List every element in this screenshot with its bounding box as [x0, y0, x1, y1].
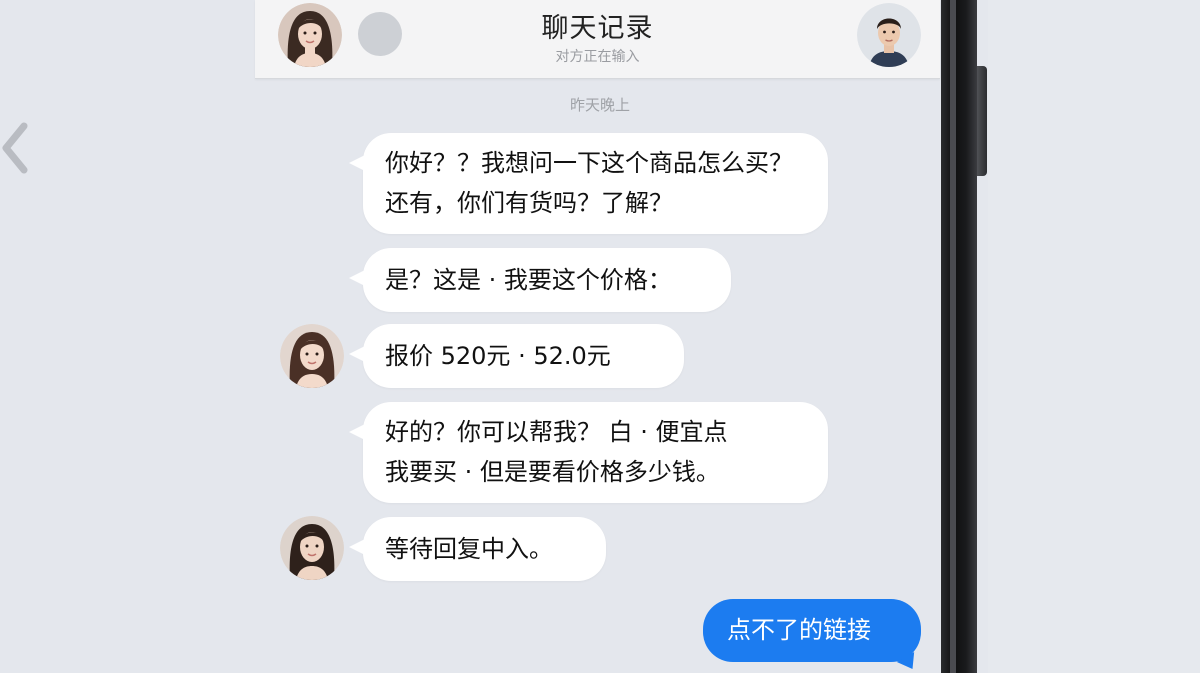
message-line: 报价 520元 · 52.0元: [385, 342, 611, 370]
phone-side-button: [977, 66, 987, 176]
message-bubble-sent[interactable]: 点不了的链接: [703, 599, 922, 673]
message-line: 点不了的链接: [727, 616, 871, 644]
message-line: 你好？？我想问一下这个商品怎么买？: [385, 149, 793, 177]
message-bubble-received[interactable]: 是？这是 · 我要这个价格：: [349, 248, 731, 312]
message-bubble-received[interactable]: 好的？你可以帮我？ 白 · 便宜点 我要买 · 但是要看价格多少钱。: [349, 402, 828, 503]
message-line: 是？这是 · 我要这个价格：: [385, 266, 672, 294]
chevron-left-icon[interactable]: [0, 118, 30, 178]
timestamp-label: 昨天晚上: [569, 96, 630, 114]
chat-screen: 聊天记录 对方正在输入 昨天晚上 你好？？我想问一下这个商品怎么买？ 还有，你们…: [0, 0, 1200, 673]
message-line: 还有，你们有货吗？了解？: [385, 189, 673, 217]
phone-bezel-highlight: [950, 0, 956, 673]
phone-bezel: [941, 0, 977, 673]
message-bubble-received[interactable]: 报价 520元 · 52.0元: [349, 324, 684, 388]
page-title: 聊天记录: [541, 13, 654, 44]
message-bubble-received[interactable]: 等待回复中入。: [349, 517, 606, 581]
user-avatar[interactable]: [857, 3, 921, 67]
contact-avatar[interactable]: [280, 516, 344, 580]
chat-header: 聊天记录 对方正在输入: [255, 0, 940, 79]
typing-status: 对方正在输入: [555, 49, 640, 65]
contact-avatar[interactable]: [280, 324, 344, 388]
message-bubble-received[interactable]: 你好？？我想问一下这个商品怎么买？ 还有，你们有货吗？了解？: [349, 133, 828, 234]
message-line: 等待回复中入。: [385, 535, 553, 563]
message-line: 我要买 · 但是要看价格多少钱。: [385, 458, 720, 486]
message-line: 好的？你可以帮我？ 白 · 便宜点: [385, 418, 728, 446]
background-outside-phone: [988, 0, 1200, 673]
